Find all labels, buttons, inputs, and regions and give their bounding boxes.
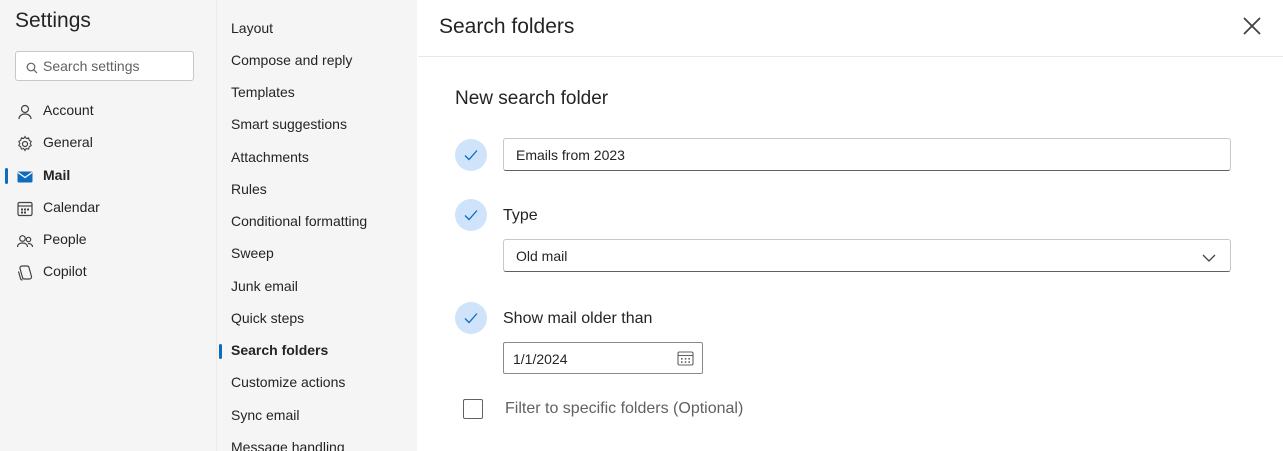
active-indicator (5, 168, 8, 184)
checkmark-icon (464, 313, 478, 324)
nav-item-label: Smart suggestions (231, 116, 347, 132)
settings-search-input[interactable] (43, 57, 188, 75)
calendar-icon (16, 200, 34, 218)
chevron-down-icon (1202, 250, 1216, 268)
nav-item-rules[interactable]: Rules (217, 177, 417, 203)
nav-item-sweep[interactable]: Sweep (217, 241, 417, 267)
settings-search-box[interactable] (15, 51, 194, 81)
nav-item-label: Junk email (231, 278, 298, 294)
category-label: General (43, 134, 93, 150)
people-icon (16, 232, 34, 250)
nav-item-label: Rules (231, 181, 267, 197)
category-label: People (43, 231, 87, 247)
nav-item-quick-steps[interactable]: Quick steps (217, 306, 417, 332)
checkmark-icon (464, 210, 478, 221)
category-label: Copilot (43, 263, 87, 279)
category-label: Calendar (43, 199, 100, 215)
checkmark-icon (464, 150, 478, 161)
nav-item-templates[interactable]: Templates (217, 80, 417, 106)
mail-icon (16, 168, 34, 186)
settings-title: Settings (15, 9, 91, 32)
copilot-icon (16, 264, 34, 282)
category-label: Mail (43, 167, 71, 183)
panel-title: Search folders (439, 15, 575, 38)
nav-item-smart-suggestions[interactable]: Smart suggestions (217, 112, 417, 138)
nav-item-customize-actions[interactable]: Customize actions (217, 370, 417, 396)
type-selected-value: Old mail (516, 248, 568, 264)
category-copilot[interactable]: Copilot (0, 258, 216, 286)
nav-item-label: Sweep (231, 245, 274, 261)
close-button[interactable] (1238, 12, 1266, 40)
settings-category-nav: Settings Account General Mail Calendar (0, 0, 216, 451)
nav-item-label: Customize actions (231, 374, 346, 390)
folder-name-field[interactable] (503, 138, 1231, 171)
step-complete-indicator (455, 139, 487, 171)
date-picker-field[interactable] (503, 342, 703, 374)
nav-item-sync-email[interactable]: Sync email (217, 403, 417, 429)
folder-name-input[interactable] (516, 146, 1216, 164)
panel-header: Search folders (418, 0, 1283, 57)
nav-item-compose-and-reply[interactable]: Compose and reply (217, 48, 417, 74)
step-complete-indicator (455, 302, 487, 334)
filter-folders-label: Filter to specific folders (Optional) (505, 400, 744, 417)
category-calendar[interactable]: Calendar (0, 194, 216, 222)
nav-item-search-folders[interactable]: Search folders (217, 338, 417, 364)
search-icon (26, 61, 38, 79)
category-people[interactable]: People (0, 226, 216, 254)
section-title: New search folder (455, 88, 609, 109)
nav-item-label: Templates (231, 84, 295, 100)
type-dropdown[interactable]: Old mail (503, 239, 1231, 272)
nav-item-conditional-formatting[interactable]: Conditional formatting (217, 209, 417, 235)
older-than-label: Show mail older than (503, 310, 653, 327)
category-mail[interactable]: Mail (0, 162, 216, 190)
nav-item-message-handling[interactable]: Message handling (217, 435, 417, 451)
nav-item-label: Layout (231, 20, 274, 36)
active-indicator (219, 344, 222, 359)
nav-item-label: Compose and reply (231, 52, 353, 68)
nav-item-layout[interactable]: Layout (217, 16, 417, 42)
nav-item-attachments[interactable]: Attachments (217, 145, 417, 171)
close-icon (1238, 17, 1266, 44)
category-account[interactable]: Account (0, 97, 216, 125)
nav-item-label: Conditional formatting (231, 213, 368, 229)
nav-item-label: Sync email (231, 407, 300, 423)
nav-item-label: Quick steps (231, 310, 305, 326)
date-input[interactable] (513, 350, 663, 368)
nav-item-junk-email[interactable]: Junk email (217, 274, 417, 300)
calendar-icon[interactable] (677, 350, 694, 372)
category-general[interactable]: General (0, 129, 216, 157)
step-complete-indicator (455, 199, 487, 231)
nav-item-label: Search folders (231, 342, 329, 358)
category-label: Account (43, 102, 94, 118)
search-folders-panel: Search folders New search folder Type Ol… (418, 0, 1283, 451)
gear-icon (16, 135, 34, 153)
mail-settings-nav: Layout Compose and reply Templates Smart… (216, 0, 417, 451)
filter-folders-checkbox[interactable] (463, 399, 483, 419)
person-icon (16, 103, 34, 121)
type-label: Type (503, 207, 538, 224)
nav-item-label: Message handling (231, 439, 345, 451)
nav-item-label: Attachments (231, 149, 309, 165)
